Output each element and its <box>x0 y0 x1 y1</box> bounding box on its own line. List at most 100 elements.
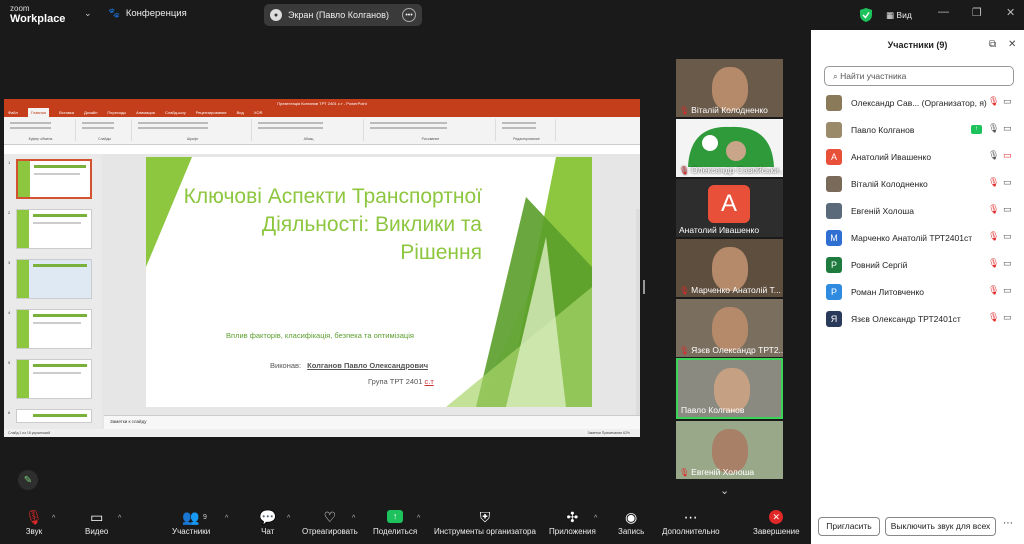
record-button[interactable]: ◉ Запись <box>618 507 644 536</box>
slide-author: Виконав: Колганов Павло Олександрович <box>270 361 428 370</box>
audio-button[interactable]: 🎙 Звук <box>25 507 43 536</box>
video-tile[interactable]: 🎙 Олександр Савойськи... <box>676 119 783 177</box>
participant-row[interactable]: Р Ровний Сергій 🎙 ▭ <box>811 252 1024 279</box>
close-icon: ✕ <box>769 510 784 524</box>
video-tile[interactable]: 🎙 Язєв Олександр ТРТ2... <box>676 299 783 357</box>
close-panel-icon[interactable]: ✕ <box>1008 39 1016 50</box>
participant-row[interactable]: Віталій Колодненко 🎙 ▭ <box>811 171 1024 198</box>
invite-button[interactable]: Пригласить <box>818 517 880 536</box>
mic-on-icon: 🎙 <box>988 150 1000 160</box>
chat-button[interactable]: 💬 Чат <box>259 507 276 536</box>
camera-icon: ▭ <box>1003 204 1012 214</box>
react-button[interactable]: ♡ Отреагировать <box>302 507 358 536</box>
more-label: Дополнительно <box>662 527 720 536</box>
participants-caret-icon[interactable]: ^ <box>225 515 228 522</box>
zoom-logo: zoom Workplace <box>10 4 65 25</box>
restore-icon[interactable]: ❐ <box>972 6 982 19</box>
ppt-tab: Рецензирование <box>195 110 227 115</box>
record-icon: ◉ <box>625 509 638 525</box>
audio-options-caret-icon[interactable]: ^ <box>52 515 55 522</box>
ppt-tab: Анимация <box>136 110 155 115</box>
end-meeting-button[interactable]: ✕ Завершение <box>753 507 800 536</box>
avatar: Р <box>826 284 842 300</box>
tile-name-text: Олександр Савойськи... <box>691 165 783 175</box>
participant-name: Павло Колганов <box>851 125 915 135</box>
close-icon[interactable]: ✕ <box>1006 6 1015 19</box>
search-placeholder: Найти участника <box>840 71 907 81</box>
mic-off-icon: 🎙 <box>988 258 1000 268</box>
video-tile[interactable]: 🎙 Евгеній Холоша <box>676 421 783 479</box>
ppt-tab: Переходы <box>107 110 127 115</box>
annotate-button[interactable]: ✎ <box>18 470 38 490</box>
mute-all-button[interactable]: Выключить звук для всех <box>885 517 996 536</box>
host-tools-button[interactable]: ⛨ Инструменты организатора <box>434 507 536 536</box>
participant-row[interactable]: Я Язєв Олександр ТРТ2401ст 🎙 ▭ <box>811 306 1024 333</box>
chat-caret-icon[interactable]: ^ <box>287 515 290 522</box>
tile-name: Анатолий Ивашенко <box>679 225 759 235</box>
meeting-label: Конференция <box>125 8 187 19</box>
apps-icon: ✣ <box>566 509 579 525</box>
ppt-notes: Заметки к слайду <box>104 415 640 429</box>
camera-off-icon: ▭ <box>1003 150 1012 160</box>
minimize-icon[interactable]: — <box>938 6 949 18</box>
audio-label: Звук <box>25 527 43 536</box>
more-icon[interactable]: ••• <box>402 8 416 22</box>
ribbon-group-label: Редактирование <box>513 137 540 141</box>
participants-button[interactable]: 👥 Участники <box>172 507 210 536</box>
more-icon[interactable]: ⋯ <box>1003 518 1013 529</box>
tile-name-text: Марченко Анатолій Т... <box>691 285 781 295</box>
slide-subtitle: Вплив факторів, класифікація, безпека та… <box>226 331 414 340</box>
chevron-down-icon[interactable]: ⌄ <box>84 8 92 19</box>
popout-icon[interactable]: ⧉ <box>989 39 996 50</box>
participant-name: Олександр Сав... (Организатор, я) <box>851 98 987 108</box>
react-caret-icon[interactable]: ^ <box>352 515 355 522</box>
participant-row[interactable]: Павло Колганов ↑ 🎙 ▭ <box>811 117 1024 144</box>
avatar <box>826 176 842 192</box>
ppt-tab: Главная <box>27 108 50 117</box>
camera-icon: ▭ <box>1003 177 1012 187</box>
ppt-tab: Дизайн <box>83 110 98 115</box>
participant-row[interactable]: Р Роман Литовченко 🎙 ▭ <box>811 279 1024 306</box>
share-caret-icon[interactable]: ^ <box>417 515 420 522</box>
participant-row[interactable]: А Анатолий Ивашенко 🎙 ▭ <box>811 144 1024 171</box>
meeting-info-button[interactable]: 🐾 Конференция <box>108 8 187 19</box>
participant-row[interactable]: М Марченко Анатолій ТРТ2401ст 🎙 ▭ <box>811 225 1024 252</box>
participants-panel: Участники (9) ⧉ ✕ ⌕ Найти участника Олек… <box>811 30 1024 544</box>
grid-icon: ▦ <box>886 10 897 20</box>
mic-off-icon: 🎙 <box>988 285 1000 295</box>
search-participant-input[interactable]: ⌕ Найти участника <box>824 66 1014 86</box>
more-button[interactable]: ⋯ Дополнительно <box>662 507 720 536</box>
splitter-handle[interactable] <box>643 280 645 294</box>
slide-thumbnails: 1 2 3 4 5 6 <box>4 154 102 429</box>
mic-off-icon: 🎙 <box>988 312 1000 322</box>
video-tile[interactable]: 🎙 Марченко Анатолій Т... <box>676 239 783 297</box>
view-button[interactable]: ▦ Вид <box>886 10 912 21</box>
avatar: Я <box>826 311 842 327</box>
video-button[interactable]: ▭ Видео <box>85 507 108 536</box>
ppt-tab: Вставка <box>59 110 74 115</box>
avatar: А <box>826 149 842 165</box>
chevron-down-icon[interactable]: ⌄ <box>720 484 729 497</box>
slide-thumbnail <box>16 209 92 249</box>
ppt-scrollbar <box>636 209 640 437</box>
tile-name: 🎙 Марченко Анатолій Т... <box>679 285 781 295</box>
participant-row[interactable]: Евгеній Холоша 🎙 ▭ <box>811 198 1024 225</box>
share-button[interactable]: ↑ Поделиться <box>373 507 417 536</box>
apps-caret-icon[interactable]: ^ <box>594 515 597 522</box>
participant-row[interactable]: Олександр Сав... (Организатор, я) 🎙 ▭ <box>811 90 1024 117</box>
apps-button[interactable]: ✣ Приложения <box>549 507 596 536</box>
video-options-caret-icon[interactable]: ^ <box>118 515 121 522</box>
screen-share-pill[interactable]: ● Экран (Павло Колганов) ••• <box>264 4 422 26</box>
tile-name-text: Павло Колганов <box>681 405 745 415</box>
camera-icon: ▭ <box>1003 258 1012 268</box>
tile-name-text: Віталій Колодненко <box>691 105 768 115</box>
security-shield-icon[interactable] <box>860 8 872 22</box>
slide-thumbnail <box>16 309 92 349</box>
chat-label: Чат <box>261 527 275 536</box>
video-tile[interactable]: А Анатолий Ивашенко <box>676 179 783 237</box>
sharing-icon: ↑ <box>971 125 982 134</box>
camera-icon: ▭ <box>1003 231 1012 241</box>
tile-name-text: Язєв Олександр ТРТ2... <box>691 345 783 355</box>
video-tile[interactable]: 🎙 Віталій Колодненко <box>676 59 783 117</box>
video-tile-active-speaker[interactable]: Павло Колганов <box>676 358 783 419</box>
